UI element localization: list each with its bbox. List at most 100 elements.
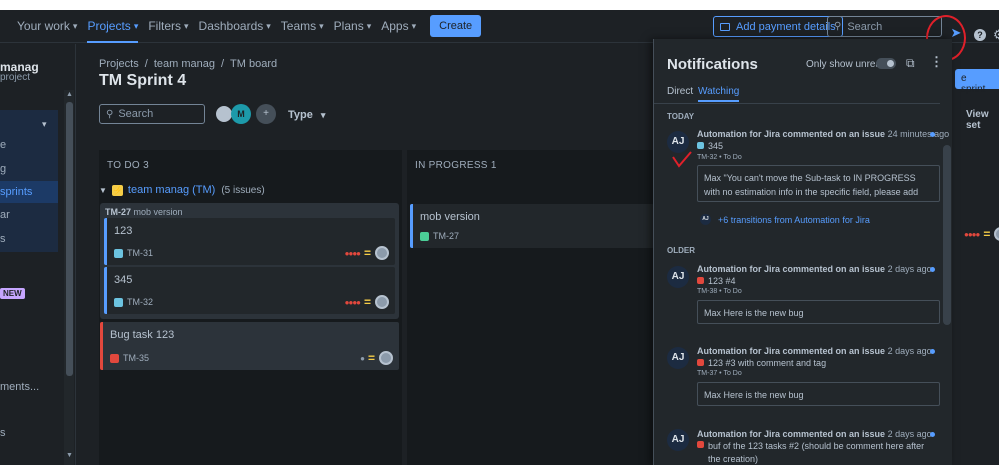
notification-header[interactable]: Automation for Jira commented on an issu… <box>697 429 932 439</box>
type-filter-dropdown[interactable]: Type ▾ <box>288 109 325 121</box>
notification-time: 2 days ago <box>887 429 932 439</box>
chevron-down-icon[interactable]: ▾ <box>42 119 47 130</box>
complete-sprint-button[interactable]: e sprint <box>955 69 999 95</box>
avatar: AJ <box>667 266 689 288</box>
issue-card[interactable]: 123 TM-31 ●●●● = <box>104 218 395 265</box>
breadcrumb-projects[interactable]: Projects <box>99 58 139 70</box>
notification-actor: Automation for Jira <box>697 264 781 274</box>
sidebar-item-settings[interactable]: s <box>0 427 6 439</box>
sidebar-item-active-sprints[interactable]: sprints <box>0 181 58 203</box>
scroll-down-arrow-icon[interactable]: ▼ <box>66 452 73 459</box>
subtask-icon <box>114 248 123 258</box>
notification-time: 24 minutes ago <box>887 129 950 139</box>
add-people-icon[interactable]: + <box>256 104 276 124</box>
parent-issue-key: TM-27 <box>105 207 132 217</box>
bug-icon <box>697 277 704 284</box>
notification-comment[interactable]: Max "You can't move the Sub-task to IN P… <box>697 165 940 202</box>
notification-issue[interactable]: 123 #3 with comment and tag <box>697 358 927 368</box>
notification-issue[interactable]: 123 #4 <box>697 276 927 286</box>
notifications-scrollbar[interactable] <box>942 103 952 465</box>
breadcrumb-separator: / <box>220 58 225 70</box>
scroll-up-arrow-icon[interactable]: ▲ <box>66 91 73 98</box>
parent-issue-card[interactable]: TM-27 mob version 123 TM-31 ●●●● = 345 TM… <box>100 203 399 319</box>
tab-direct[interactable]: Direct <box>667 86 693 97</box>
notification-action: commented on an issue <box>782 129 886 139</box>
notification-header[interactable]: Automation for Jira commented on an issu… <box>697 264 932 274</box>
assignee-avatar-icon[interactable] <box>375 246 389 260</box>
notification-issue[interactable]: buf of the 123 tasks #2 (should be comme… <box>697 440 927 465</box>
checkmark-annotation-icon <box>672 151 692 168</box>
nav-plans[interactable]: Plans ▾ <box>334 19 372 33</box>
notification-actor: Automation for Jira <box>697 346 781 356</box>
assignee-avatar-icon[interactable] <box>994 227 999 241</box>
open-external-icon[interactable]: ⧉ <box>906 56 915 71</box>
issue-card[interactable]: 345 TM-32 ●●●● = <box>104 267 395 314</box>
avatar: AJ <box>667 429 689 451</box>
notification-issue[interactable]: 345 <box>697 141 927 151</box>
unread-dot[interactable] <box>930 132 935 137</box>
issue-card[interactable]: Bug task 123 TM-35 ● = <box>100 322 399 370</box>
nav-projects[interactable]: Projects ▾ <box>87 19 138 43</box>
issue-meta: ●●●● = <box>345 246 389 260</box>
notification-comment[interactable]: Max Here is the new bug <box>697 382 940 406</box>
avatar-m[interactable]: M <box>231 104 251 124</box>
issue-card[interactable]: mob version TM-27 <box>410 204 654 248</box>
swimlane-label: team manag (TM) <box>127 184 216 196</box>
issue-meta: ● = <box>360 351 393 365</box>
tab-watching[interactable]: Watching <box>698 86 740 102</box>
sidebar-item-reports[interactable]: s <box>0 233 6 245</box>
notification-comment[interactable]: Max Here is the new bug <box>697 300 940 324</box>
notification-header[interactable]: Automation for Jira commented on an issu… <box>697 346 932 356</box>
priority-dots-icon: ●●●● <box>344 297 361 307</box>
sidebar-item-timeline[interactable]: e <box>0 139 6 151</box>
issue-key-text: TM-31 <box>127 248 154 258</box>
nav-your-work[interactable]: Your work ▾ <box>17 19 77 33</box>
more-options-icon[interactable]: ⋮ <box>930 54 943 70</box>
global-search-input[interactable]: ⚲ Search <box>827 16 942 37</box>
sidebar-scroll-thumb[interactable] <box>66 102 73 376</box>
unread-dot[interactable] <box>930 267 935 272</box>
priority-dots-icon: ●●●● <box>344 248 361 258</box>
nav-teams[interactable]: Teams ▾ <box>281 19 324 33</box>
avatar: AJ <box>700 214 711 225</box>
swimlane-count: (5 issues) <box>221 184 265 196</box>
notification-issue-title: 345 <box>708 141 724 151</box>
help-icon[interactable]: ? <box>974 29 986 41</box>
swimlane-header[interactable]: ▼ ⚡ team manag (TM) (5 issues) <box>99 184 265 196</box>
breadcrumb-team-manag[interactable]: team manag <box>154 58 215 70</box>
view-settings-button[interactable]: View set <box>966 109 999 131</box>
nav-dashboards[interactable]: Dashboards ▾ <box>199 19 271 33</box>
assignee-avatar-icon[interactable] <box>375 295 389 309</box>
board-search-input[interactable]: ⚲ Search <box>99 104 205 124</box>
notification-header[interactable]: Automation for Jira commented on an issu… <box>697 129 949 139</box>
chevron-down-icon: ▼ <box>99 185 107 195</box>
sidebar-item-calendar[interactable]: ar <box>0 209 10 221</box>
notification-transitions-link[interactable]: AJ +6 transitions from Automation for Jir… <box>700 214 870 225</box>
issue-key: TM-35 <box>110 353 149 363</box>
unread-dot[interactable] <box>930 349 935 354</box>
notification-time: 2 days ago <box>887 346 932 356</box>
notification-issue-title: 123 #3 with comment and tag <box>708 358 827 368</box>
create-button[interactable]: Create <box>430 15 482 37</box>
window-top-strip <box>0 0 999 10</box>
notifications-scroll-thumb[interactable] <box>943 145 951 325</box>
breadcrumb-board[interactable]: TM board <box>230 58 277 70</box>
gear-icon[interactable]: ⚙ <box>993 27 999 43</box>
sidebar-item-backlog[interactable]: g <box>0 163 6 175</box>
add-payment-label: Add payment details <box>736 20 836 33</box>
project-sidebar: manag project ▾ e g sprints ar s NEW men… <box>0 44 76 465</box>
issue-meta: ●●●● = <box>345 295 389 309</box>
only-unread-toggle[interactable] <box>876 58 896 69</box>
assignee-avatar-icon[interactable] <box>379 351 393 365</box>
add-payment-details-button[interactable]: Add payment details <box>713 16 843 37</box>
sidebar-item-components[interactable]: ments... <box>0 381 39 393</box>
issue-key: TM-31 <box>114 248 153 258</box>
nav-apps[interactable]: Apps ▾ <box>381 19 416 33</box>
notification-time: 2 days ago <box>887 264 932 274</box>
issue-key-text: TM-32 <box>127 297 154 307</box>
bug-icon <box>697 441 704 448</box>
unread-dot[interactable] <box>930 432 935 437</box>
issue-key-text: TM-27 <box>433 231 460 241</box>
nav-filters[interactable]: Filters ▾ <box>148 19 188 33</box>
transitions-text: +6 transitions from Automation for Jira <box>718 214 870 225</box>
